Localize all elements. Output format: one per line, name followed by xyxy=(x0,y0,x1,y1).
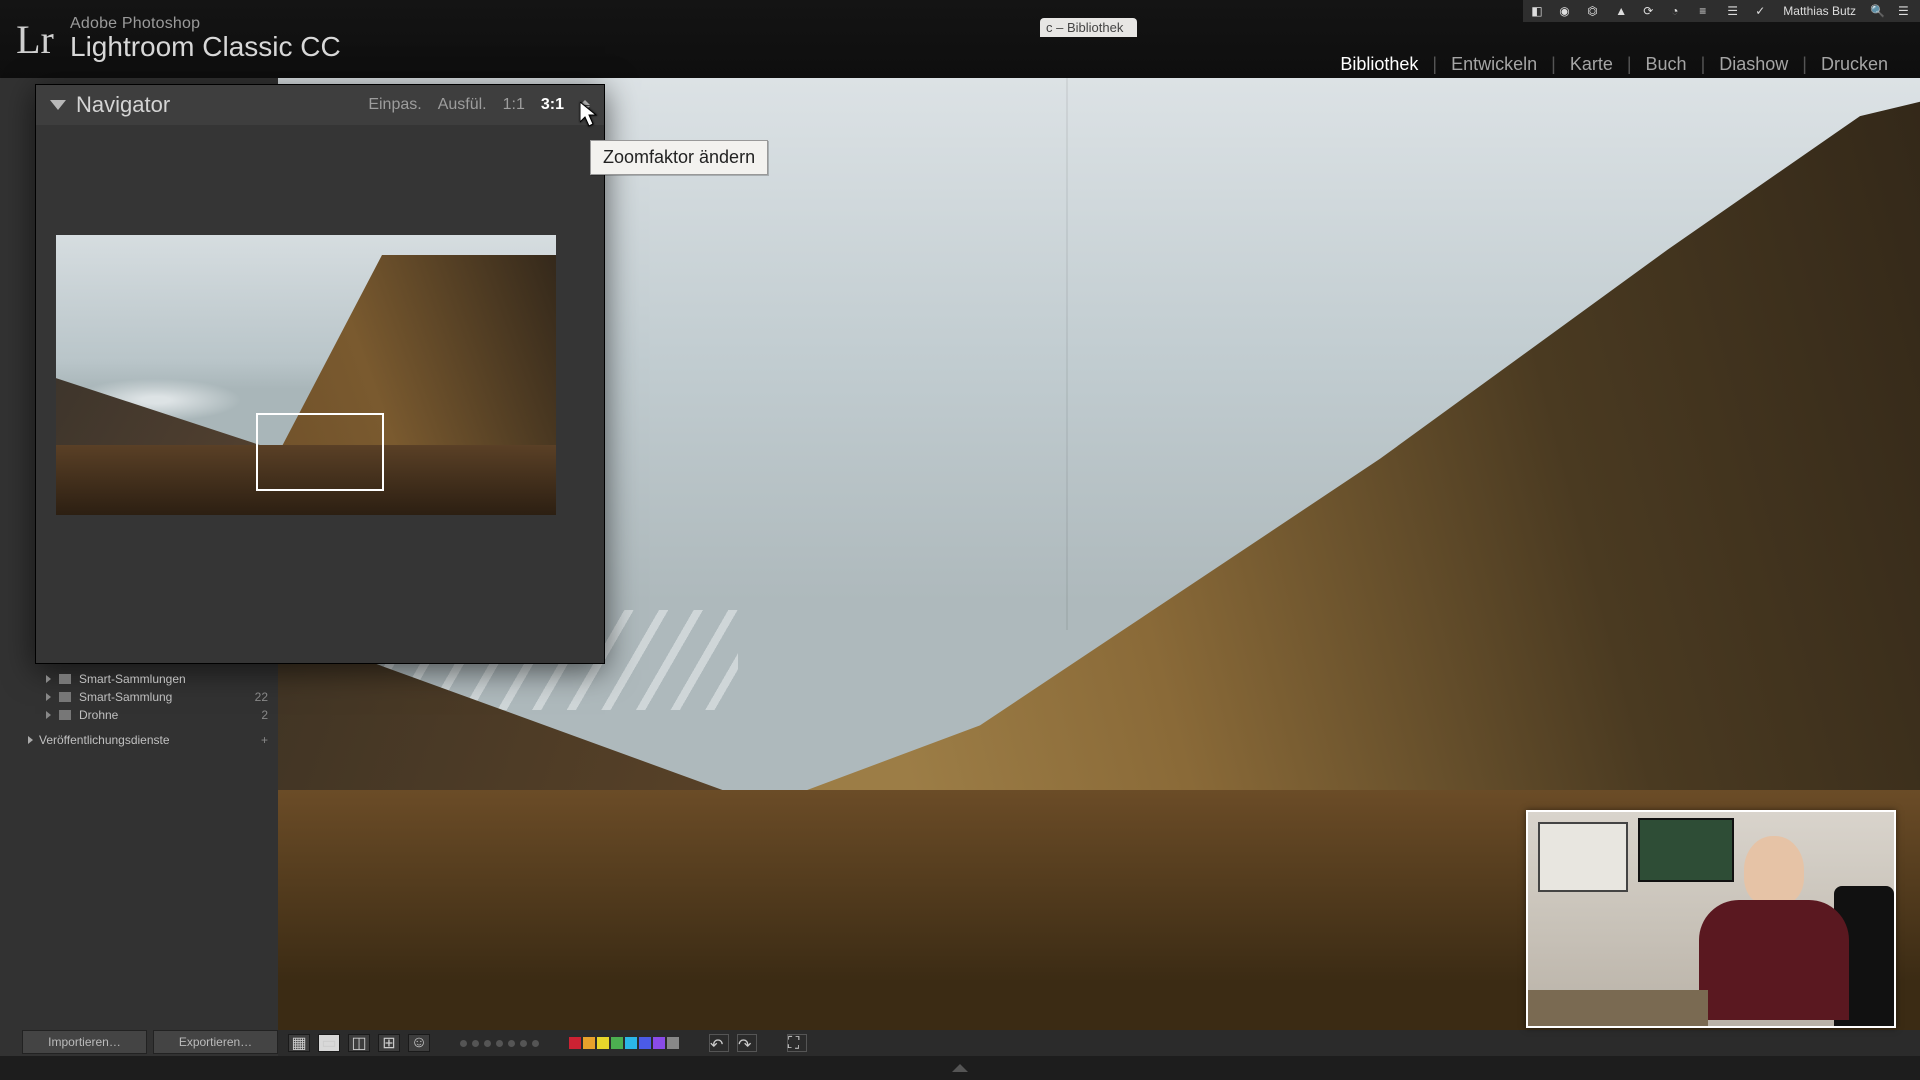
import-button[interactable]: Importieren… xyxy=(22,1030,147,1054)
collection-count: 22 xyxy=(255,690,278,704)
expand-arrow-icon[interactable] xyxy=(46,693,51,701)
smart-collection-icon xyxy=(59,692,71,702)
image-stitch-seam xyxy=(1066,78,1068,630)
expand-arrow-icon[interactable] xyxy=(46,675,51,683)
mac-menu-bar: ◧ ◉ ⏣ ▲ ⟳ ◔ ≡ ☰ ✓ Matthias Butz 🔍 ☰ xyxy=(1523,0,1920,22)
color-swatch[interactable] xyxy=(653,1037,665,1049)
sync-icon[interactable]: ⟳ xyxy=(1643,4,1657,18)
grid-view-button[interactable]: ▦ xyxy=(288,1034,310,1052)
rating-dots[interactable] xyxy=(460,1040,539,1047)
desk xyxy=(1528,990,1708,1026)
module-karte[interactable]: Karte xyxy=(1556,54,1627,75)
collection-label: Smart-Sammlung xyxy=(79,690,172,704)
loupe-view-button[interactable]: ▭ xyxy=(318,1034,340,1052)
color-swatch[interactable] xyxy=(611,1037,623,1049)
app-logo: Lr xyxy=(0,16,70,63)
collection-label: Drohne xyxy=(79,708,118,722)
cursor-icon xyxy=(580,102,600,128)
survey-view-button[interactable]: ⊞ xyxy=(378,1034,400,1052)
flame-icon[interactable]: ▲ xyxy=(1615,4,1629,18)
collection-row[interactable]: Smart-Sammlung 22 xyxy=(22,688,278,706)
import-export-bar: Importieren… Exportieren… xyxy=(22,1030,278,1054)
filmstrip-toggle[interactable] xyxy=(0,1056,1920,1080)
zoom-1to1[interactable]: 1:1 xyxy=(503,96,525,114)
window-title-hint: c – Bibliothek xyxy=(1040,18,1137,37)
menu-extra-icon[interactable]: ◧ xyxy=(1531,4,1545,18)
collection-label: Smart-Sammlungen xyxy=(79,672,186,686)
zoom-ratio[interactable]: 3:1 xyxy=(541,96,564,114)
menu-extra-icon[interactable]: ✓ xyxy=(1755,4,1769,18)
navigator-header[interactable]: Navigator Einpas. Ausfül. 1:1 3:1 xyxy=(36,85,604,125)
module-diashow[interactable]: Diashow xyxy=(1705,54,1802,75)
collection-row[interactable]: Drohne 2 xyxy=(22,706,278,724)
rotate-cw-button[interactable]: ↷ xyxy=(737,1034,757,1052)
smart-collection-icon xyxy=(59,674,71,684)
collapse-triangle-icon[interactable] xyxy=(50,100,66,110)
collection-icon xyxy=(59,710,71,720)
webcam-overlay xyxy=(1526,810,1896,1028)
navigator-panel: Navigator Einpas. Ausfül. 1:1 3:1 xyxy=(35,84,605,664)
collections-list: Smart-Sammlungen Smart-Sammlung 22 Drohn… xyxy=(22,670,278,750)
navigator-crop-frame[interactable] xyxy=(256,413,384,491)
toolbar-extra-button[interactable]: ⛶ xyxy=(787,1034,807,1052)
app-logo-glyph: Lr xyxy=(16,16,54,63)
expand-arrow-icon[interactable] xyxy=(28,736,33,744)
compare-view-button[interactable]: ◫ xyxy=(348,1034,370,1052)
collection-count: 2 xyxy=(261,708,278,722)
menu-extra-icon[interactable]: ⏣ xyxy=(1587,4,1601,18)
menu-extra-icon[interactable]: ≡ xyxy=(1699,4,1713,18)
module-drucken[interactable]: Drucken xyxy=(1807,54,1902,75)
wall-frame xyxy=(1538,822,1628,892)
module-bibliothek[interactable]: Bibliothek xyxy=(1326,54,1432,75)
chevron-up-icon xyxy=(952,1064,968,1072)
module-picker: Bibliothek| Entwickeln| Karte| Buch| Dia… xyxy=(1326,54,1902,75)
color-swatch[interactable] xyxy=(625,1037,637,1049)
app-title-block: Adobe Photoshop Lightroom Classic CC xyxy=(70,15,341,63)
color-swatch[interactable] xyxy=(569,1037,581,1049)
zoom-options: Einpas. Ausfül. 1:1 3:1 xyxy=(368,96,590,114)
add-publish-service-button[interactable]: + xyxy=(261,733,278,747)
color-swatch[interactable] xyxy=(667,1037,679,1049)
library-toolbar: ▦ ▭ ◫ ⊞ ☺ ↶ ↷ ⛶ xyxy=(278,1030,1920,1056)
presenter xyxy=(1694,836,1854,1026)
export-button[interactable]: Exportieren… xyxy=(153,1030,278,1054)
module-buch[interactable]: Buch xyxy=(1632,54,1701,75)
color-swatch[interactable] xyxy=(597,1037,609,1049)
tooltip: Zoomfaktor ändern xyxy=(590,140,768,175)
publish-services-header[interactable]: Veröffentlichungsdienste + xyxy=(22,730,278,750)
search-icon[interactable]: 🔍 xyxy=(1870,4,1884,18)
color-label-swatches[interactable] xyxy=(569,1037,679,1049)
menu-icon[interactable]: ☰ xyxy=(1898,4,1912,18)
menu-extra-icon[interactable]: ☰ xyxy=(1727,4,1741,18)
navigator-title: Navigator xyxy=(76,92,368,118)
zoom-fill[interactable]: Ausfül. xyxy=(438,96,487,114)
rotate-ccw-button[interactable]: ↶ xyxy=(709,1034,729,1052)
publish-services-label: Veröffentlichungsdienste xyxy=(39,733,170,747)
collection-row[interactable]: Smart-Sammlungen xyxy=(22,670,278,688)
backup-icon[interactable]: ◔ xyxy=(1671,4,1685,18)
menu-extra-icon[interactable]: ◉ xyxy=(1559,4,1573,18)
module-entwickeln[interactable]: Entwickeln xyxy=(1437,54,1551,75)
color-swatch[interactable] xyxy=(583,1037,595,1049)
mac-user-name[interactable]: Matthias Butz xyxy=(1783,4,1856,18)
color-swatch[interactable] xyxy=(639,1037,651,1049)
navigator-thumbnail[interactable] xyxy=(56,235,556,515)
people-view-button[interactable]: ☺ xyxy=(408,1034,430,1052)
app-name: Lightroom Classic CC xyxy=(70,31,341,63)
expand-arrow-icon[interactable] xyxy=(46,711,51,719)
zoom-fit[interactable]: Einpas. xyxy=(368,96,421,114)
